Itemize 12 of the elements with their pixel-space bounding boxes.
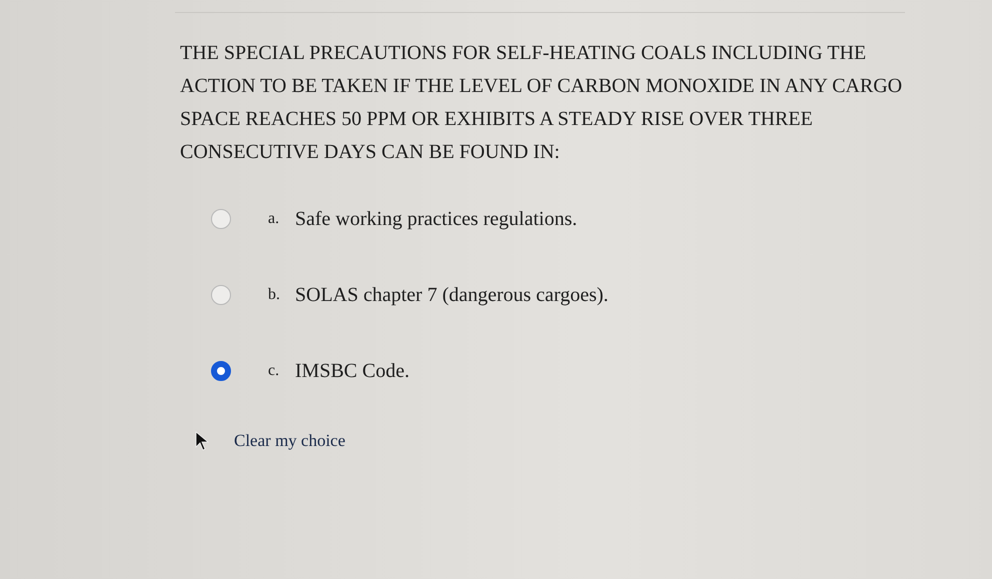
option-letter: c. [268,362,280,380]
radio-button[interactable] [211,209,231,229]
option-label[interactable]: IMSBC Code. [295,360,410,382]
option-label[interactable]: Safe working practices regulations. [295,208,578,230]
option-label[interactable]: SOLAS chapter 7 (dangerous cargoes). [295,284,608,306]
option-letter: b. [268,286,281,304]
mouse-pointer-icon [195,431,209,451]
clear-choice-link[interactable]: Clear my choice [234,431,346,451]
radio-button[interactable] [211,361,231,381]
option-letter: a. [268,210,280,228]
question-text: THE SPECIAL PRECAUTIONS FOR SELF-HEATING COALS INCLUDING THE ACTION TO BE TAKEN IF THE LEVEL OF CARBON MONOXIDE IN ANY CARGO SPACE REACHES 50 PPM OR EXHIBITS A STEADY RISE OVER THREE CONSECUTIVE DAYS CAN BE FOUND IN: [180,41,904,165]
radio-button[interactable] [211,285,231,305]
